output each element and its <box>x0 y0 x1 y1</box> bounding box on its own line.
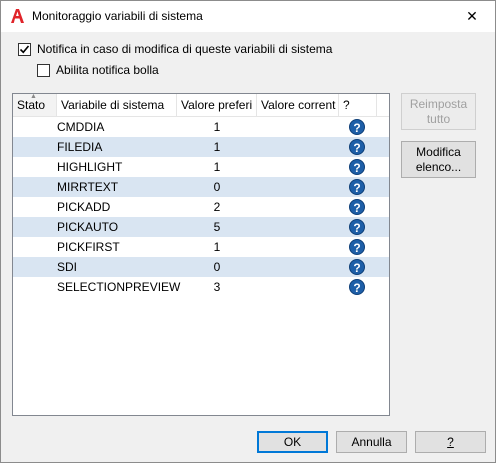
row-preferred-value[interactable]: 0 <box>177 257 257 277</box>
row-variable: MIRRTEXT <box>57 180 119 194</box>
row-help[interactable]: ? <box>347 177 367 197</box>
help-icon[interactable]: ? <box>349 119 365 135</box>
help-icon[interactable]: ? <box>349 139 365 155</box>
help-icon[interactable]: ? <box>349 259 365 275</box>
row-variable: PICKFIRST <box>57 240 120 254</box>
row-preferred-value[interactable]: 1 <box>177 137 257 157</box>
checkmark-icon <box>19 44 30 53</box>
table-row[interactable]: PICKADD 2 ? <box>13 197 389 217</box>
table-row[interactable]: PICKFIRST 1 ? <box>13 237 389 257</box>
row-preferred-value[interactable]: 1 <box>177 157 257 177</box>
row-preferred-value[interactable]: 3 <box>177 277 257 297</box>
close-button[interactable]: ✕ <box>449 1 495 32</box>
balloon-checkbox[interactable] <box>37 63 50 77</box>
balloon-option[interactable]: Abilita notifica bolla <box>37 63 159 77</box>
row-help[interactable]: ? <box>347 277 367 297</box>
table-row[interactable]: SELECTIONPREVIEW 3 ? <box>13 277 389 297</box>
table-row[interactable]: MIRRTEXT 0 ? <box>13 177 389 197</box>
row-help[interactable]: ? <box>347 217 367 237</box>
help-button[interactable]: ? <box>415 431 486 453</box>
table-row[interactable]: HIGHLIGHT 1 ? <box>13 157 389 177</box>
row-help[interactable]: ? <box>347 157 367 177</box>
cancel-button[interactable]: Annulla <box>336 431 407 453</box>
reset-label-line2: tutto <box>426 111 451 126</box>
row-variable: SELECTIONPREVIEW <box>57 280 181 294</box>
column-header-stato[interactable]: ▲ Stato <box>13 94 57 116</box>
close-icon: ✕ <box>466 8 478 24</box>
notify-label: Notifica in caso di modifica di queste v… <box>37 42 333 56</box>
modify-label-line1: Modifica <box>416 144 461 159</box>
row-help[interactable]: ? <box>347 197 367 217</box>
help-icon[interactable]: ? <box>349 159 365 175</box>
row-help[interactable]: ? <box>347 117 367 137</box>
notify-checkbox[interactable] <box>18 42 31 56</box>
help-icon[interactable]: ? <box>349 239 365 255</box>
row-help[interactable]: ? <box>347 237 367 257</box>
row-preferred-value[interactable]: 2 <box>177 197 257 217</box>
modify-label-line2: elenco... <box>415 159 462 174</box>
window-title: Monitoraggio variabili di sistema <box>32 9 203 23</box>
ok-button[interactable]: OK <box>257 431 328 453</box>
help-icon[interactable]: ? <box>349 219 365 235</box>
variables-table: ▲ Stato Variabile di sistema Valore pref… <box>12 93 390 416</box>
help-icon[interactable]: ? <box>349 179 365 195</box>
autocad-logo-icon <box>11 9 24 23</box>
row-preferred-value[interactable]: 5 <box>177 217 257 237</box>
row-preferred-value[interactable]: 0 <box>177 177 257 197</box>
modify-list-button[interactable]: Modifica elenco... <box>401 141 476 178</box>
table-row[interactable]: FILEDIA 1 ? <box>13 137 389 157</box>
reset-label-line1: Reimposta <box>409 96 468 111</box>
table-header: ▲ Stato Variabile di sistema Valore pref… <box>13 94 389 117</box>
row-variable: PICKADD <box>57 200 111 214</box>
column-header-current-value[interactable]: Valore corrent <box>257 94 339 116</box>
row-variable: SDI <box>57 260 78 274</box>
column-header-preferred-value[interactable]: Valore preferi <box>177 94 257 116</box>
row-variable: HIGHLIGHT <box>57 160 123 174</box>
table-row[interactable]: SDI 0 ? <box>13 257 389 277</box>
balloon-label: Abilita notifica bolla <box>56 63 159 77</box>
row-variable: PICKAUTO <box>57 220 119 234</box>
dialog-window: Monitoraggio variabili di sistema ✕ Noti… <box>0 0 496 463</box>
help-icon[interactable]: ? <box>349 279 365 295</box>
row-preferred-value[interactable]: 1 <box>177 117 257 137</box>
row-variable: CMDDIA <box>57 120 105 134</box>
column-header-variable[interactable]: Variabile di sistema <box>57 94 177 116</box>
table-row[interactable]: PICKAUTO 5 ? <box>13 217 389 237</box>
help-icon[interactable]: ? <box>349 199 365 215</box>
sort-arrow-icon: ▲ <box>30 94 37 100</box>
row-variable: FILEDIA <box>57 140 103 154</box>
notify-option[interactable]: Notifica in caso di modifica di queste v… <box>18 42 332 56</box>
column-header-help[interactable]: ? <box>339 94 377 116</box>
title-bar: Monitoraggio variabili di sistema ✕ <box>1 1 495 32</box>
row-preferred-value[interactable]: 1 <box>177 237 257 257</box>
row-help[interactable]: ? <box>347 137 367 157</box>
table-row[interactable]: CMDDIA 1 ? <box>13 117 389 137</box>
row-help[interactable]: ? <box>347 257 367 277</box>
reset-all-button[interactable]: Reimposta tutto <box>401 93 476 130</box>
